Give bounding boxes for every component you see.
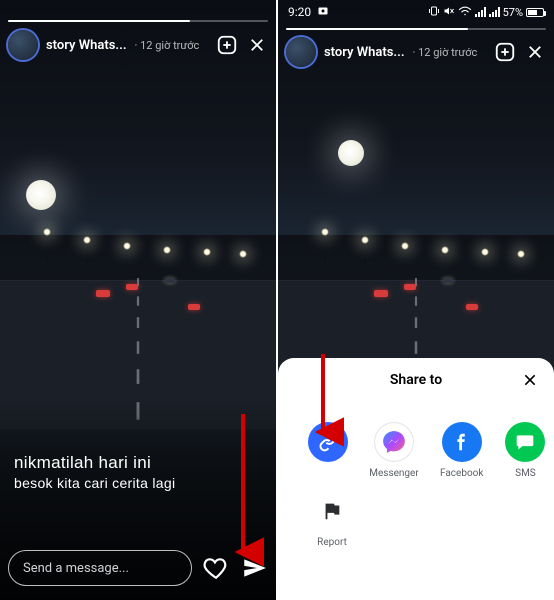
flag-icon <box>312 491 352 531</box>
share-app-label: Report <box>317 537 347 548</box>
close-button[interactable] <box>246 34 268 56</box>
story-viewer-left: story Whats... · 12 giờ trước nikmatilah… <box>0 0 276 600</box>
caption-line-1: nikmatilah hari ini <box>14 452 262 474</box>
like-button[interactable] <box>202 554 230 582</box>
add-story-button[interactable] <box>216 34 238 56</box>
share-facebook-button[interactable]: Facebook <box>440 422 483 479</box>
sms-icon <box>505 422 545 462</box>
story-timestamp: · 12 giờ trước <box>413 46 478 59</box>
close-button[interactable] <box>524 41 546 63</box>
story-viewer-right: 9:20 57% <box>278 0 554 600</box>
avatar[interactable] <box>286 37 316 67</box>
story-media-image <box>0 0 276 600</box>
share-app-label: Messenger <box>369 468 419 479</box>
share-link-button[interactable] <box>308 422 348 479</box>
story-footer: Send a message... <box>8 550 268 586</box>
share-button[interactable] <box>240 554 268 582</box>
share-sms-button[interactable]: SMS <box>505 422 545 479</box>
signal-icon-2 <box>489 7 500 17</box>
messenger-icon <box>374 422 414 462</box>
avatar[interactable] <box>8 30 38 60</box>
share-messenger-button[interactable]: Messenger <box>370 422 418 479</box>
story-header: story Whats... · 12 giờ trước <box>286 37 546 67</box>
wifi-icon <box>458 5 472 20</box>
battery-icon <box>526 8 544 17</box>
story-header: story Whats... · 12 giờ trước <box>8 30 268 60</box>
story-progress-bar <box>286 28 546 30</box>
signal-icon <box>475 7 486 17</box>
link-icon <box>308 422 348 462</box>
status-bar: 9:20 57% <box>278 0 554 24</box>
share-app-label: Facebook <box>440 468 483 479</box>
facebook-icon <box>442 422 482 462</box>
share-close-button[interactable] <box>520 370 540 390</box>
status-time: 9:20 <box>288 5 311 19</box>
message-input[interactable]: Send a message... <box>8 550 192 586</box>
message-placeholder: Send a message... <box>23 561 129 576</box>
share-report-button[interactable]: Report <box>308 491 356 548</box>
story-caption: nikmatilah hari ini besok kita cari ceri… <box>14 452 262 492</box>
share-app-label: SMS <box>515 468 536 479</box>
caption-line-2: besok kita cari cerita lagi <box>14 474 262 492</box>
story-progress-bar <box>8 20 268 22</box>
add-story-button[interactable] <box>494 41 516 63</box>
share-sheet: Share to <box>278 358 554 600</box>
battery-percent: 57% <box>503 6 523 19</box>
share-sheet-title: Share to <box>390 372 442 388</box>
share-app-row: Messenger Facebook <box>278 396 554 485</box>
vibrate-icon <box>428 5 440 20</box>
volume-mute-icon <box>443 5 455 20</box>
screenshot-icon <box>317 5 329 20</box>
story-timestamp: · 12 giờ trước <box>135 39 200 52</box>
story-title[interactable]: story Whats... <box>324 45 405 60</box>
story-title[interactable]: story Whats... <box>46 38 127 53</box>
